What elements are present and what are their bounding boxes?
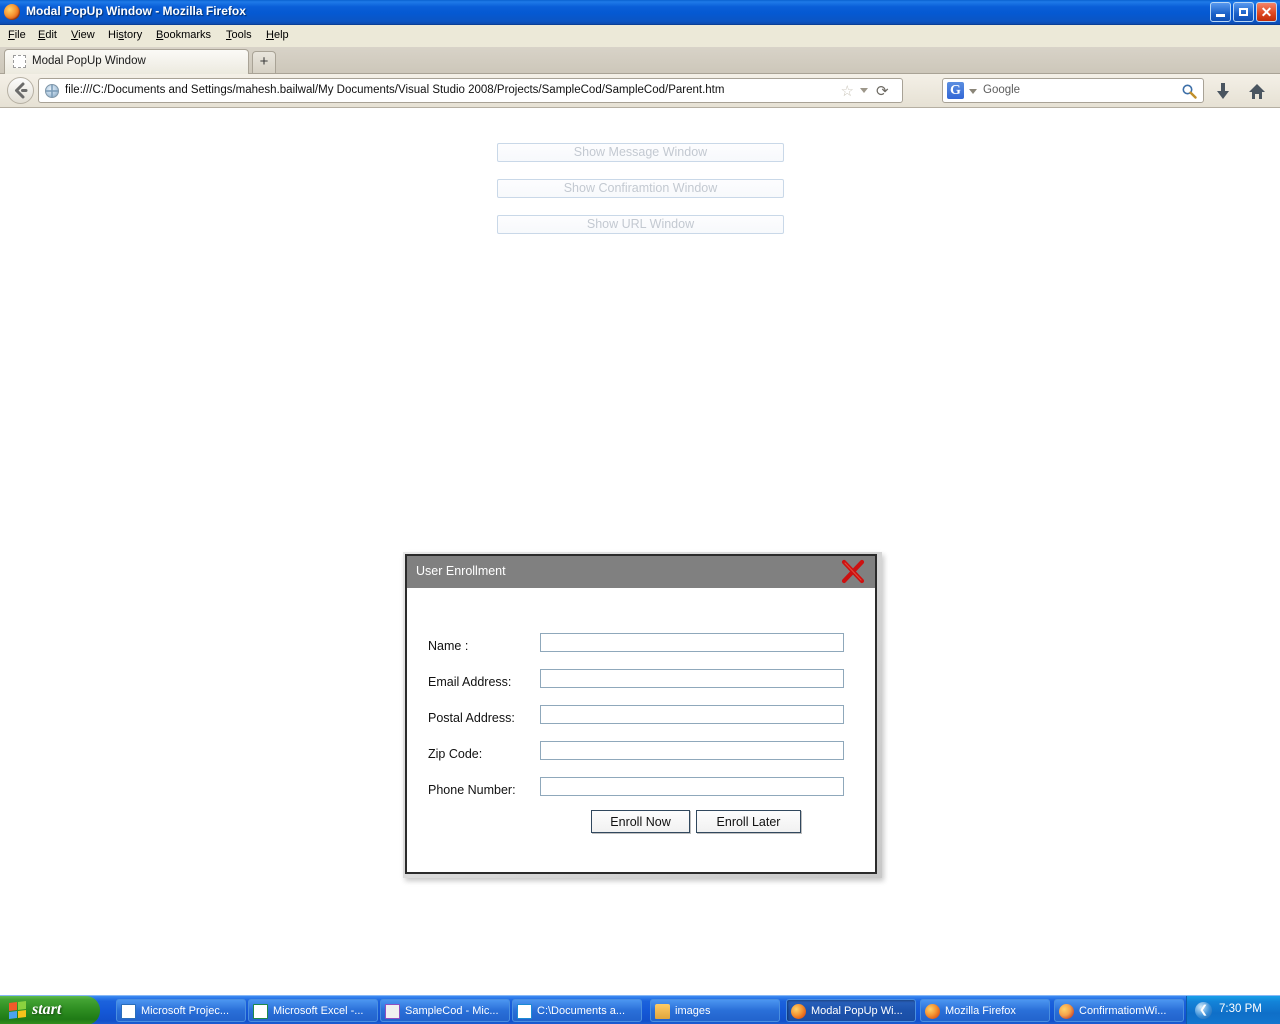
close-button[interactable]: ✕ (1256, 2, 1277, 22)
field-row-postal-address: Postal Address: (407, 705, 875, 733)
new-tab-button[interactable]: + (252, 51, 276, 73)
taskbar-item-c-documents-a[interactable]: C:\Documents a... (512, 999, 642, 1022)
menubar: File Edit View History Bookmarks Tools H… (0, 25, 1280, 47)
taskbar-item-mozilla-firefox[interactable]: Mozilla Firefox (920, 999, 1050, 1022)
firefox-icon (4, 4, 20, 20)
name-label: Name : (428, 639, 469, 653)
back-arrow-icon (15, 82, 28, 99)
system-tray: ❮ 7:30 PM (1186, 996, 1280, 1024)
tab-label: Modal PopUp Window (32, 55, 146, 67)
search-input[interactable]: Google (983, 84, 1020, 96)
firefox-icon (791, 1004, 806, 1019)
search-bar[interactable]: G Google (942, 78, 1204, 103)
window-titlebar: Modal PopUp Window - Mozilla Firefox ✕ (0, 0, 1280, 25)
taskbar-item-label: SampleCod - Mic... (405, 1005, 499, 1017)
taskbar-item-confirmatiomwi[interactable]: ConfirmatiomWi... (1054, 999, 1184, 1022)
taskbar-item-label: Modal PopUp Wi... (811, 1005, 903, 1017)
magnifier-icon[interactable] (1181, 83, 1197, 99)
modal-titlebar: User Enrollment (407, 556, 875, 588)
menu-item-file[interactable]: File (8, 29, 26, 41)
url-text: file:///C:/Documents and Settings/mahesh… (65, 84, 725, 96)
close-icon: ✕ (1260, 4, 1273, 20)
ms-project-icon (121, 1004, 136, 1019)
postal-address-label: Postal Address: (428, 711, 515, 725)
taskbar-item-label: C:\Documents a... (537, 1005, 626, 1017)
menu-item-help[interactable]: Help (266, 29, 289, 41)
reload-icon[interactable]: ⟳ (876, 84, 892, 100)
url-bar[interactable]: file:///C:/Documents and Settings/mahesh… (38, 78, 903, 103)
bookmark-star-icon[interactable]: ☆ (841, 84, 854, 99)
taskbar-item-microsoft-excel[interactable]: Microsoft Excel -... (248, 999, 378, 1022)
taskbar-item-modal-popup-wi[interactable]: Modal PopUp Wi... (786, 999, 916, 1022)
google-icon: G (947, 82, 964, 99)
zip-code-input[interactable] (540, 741, 844, 760)
user-enrollment-modal: User Enrollment Name : Email Address: Po… (405, 554, 877, 874)
blank-favicon-icon (13, 55, 26, 68)
taskbar-item-images[interactable]: images (650, 999, 780, 1022)
menu-item-view[interactable]: View (71, 29, 95, 41)
window-title: Modal PopUp Window - Mozilla Firefox (26, 4, 246, 18)
minimize-icon (1216, 14, 1225, 17)
page-content: Show Message Window Show Confiramtion Wi… (0, 109, 1280, 995)
field-row-name: Name : (407, 633, 875, 661)
back-button[interactable] (7, 77, 34, 104)
home-icon[interactable] (1248, 83, 1266, 101)
tab-modal-popup-window[interactable]: Modal PopUp Window (4, 49, 249, 74)
minimize-button[interactable] (1210, 2, 1231, 22)
menu-item-bookmarks[interactable]: Bookmarks (156, 29, 211, 41)
taskbar-item-label: Microsoft Projec... (141, 1005, 230, 1017)
visual-studio-icon (385, 1004, 400, 1019)
enroll-later-button[interactable]: Enroll Later (696, 810, 801, 833)
field-row-email-address: Email Address: (407, 669, 875, 697)
modal-title: User Enrollment (416, 564, 506, 578)
start-label: start (32, 1001, 62, 1018)
modal-body: Name : Email Address: Postal Address: Zi… (407, 588, 875, 872)
show-hidden-icons-icon[interactable]: ❮ (1195, 1002, 1212, 1019)
email-address-label: Email Address: (428, 675, 512, 689)
phone-number-input[interactable] (540, 777, 844, 796)
folder-icon (655, 1004, 670, 1019)
screen: Modal PopUp Window - Mozilla Firefox ✕ F… (0, 0, 1280, 1024)
internet-explorer-icon (517, 1004, 532, 1019)
phone-number-label: Phone Number: (428, 783, 516, 797)
red-x-close-icon[interactable] (839, 558, 867, 586)
taskbar-item-label: ConfirmatiomWi... (1079, 1005, 1167, 1017)
globe-icon (45, 84, 59, 98)
taskbar-item-samplecod-mic[interactable]: SampleCod - Mic... (380, 999, 510, 1022)
navigation-toolbar: file:///C:/Documents and Settings/mahesh… (0, 74, 1280, 108)
postal-address-input[interactable] (540, 705, 844, 724)
menu-item-history[interactable]: History (108, 29, 142, 41)
field-row-zip-code: Zip Code: (407, 741, 875, 769)
taskbar-item-label: Mozilla Firefox (945, 1005, 1016, 1017)
windows-flag-icon (9, 1000, 26, 1020)
tab-strip: Modal PopUp Window + (0, 47, 1280, 74)
firefox-page-icon (1059, 1004, 1074, 1019)
ms-excel-icon (253, 1004, 268, 1019)
show-confirmation-window-button[interactable]: Show Confiramtion Window (497, 179, 784, 198)
clock[interactable]: 7:30 PM (1219, 1003, 1262, 1015)
name-input[interactable] (540, 633, 844, 652)
email-address-input[interactable] (540, 669, 844, 688)
firefox-icon (925, 1004, 940, 1019)
download-arrow-icon[interactable] (1215, 83, 1231, 101)
chevron-down-icon[interactable] (860, 88, 868, 93)
start-button[interactable]: start (0, 996, 100, 1024)
taskbar-item-label: images (675, 1005, 711, 1017)
restore-button[interactable] (1233, 2, 1254, 22)
show-message-window-button[interactable]: Show Message Window (497, 143, 784, 162)
search-engine-chevron-down-icon[interactable] (969, 89, 977, 94)
enroll-now-button[interactable]: Enroll Now (591, 810, 690, 833)
menu-item-edit[interactable]: Edit (38, 29, 57, 41)
taskbar-item-microsoft-projec[interactable]: Microsoft Projec... (116, 999, 246, 1022)
restore-icon (1239, 8, 1248, 16)
menu-item-tools[interactable]: Tools (226, 29, 252, 41)
field-row-phone-number: Phone Number: (407, 777, 875, 805)
show-url-window-button[interactable]: Show URL Window (497, 215, 784, 234)
taskbar-item-label: Microsoft Excel -... (273, 1005, 364, 1017)
window-controls: ✕ (1210, 2, 1277, 22)
zip-code-label: Zip Code: (428, 747, 483, 761)
taskbar: start Microsoft Projec... Microsoft Excel… (0, 995, 1280, 1024)
